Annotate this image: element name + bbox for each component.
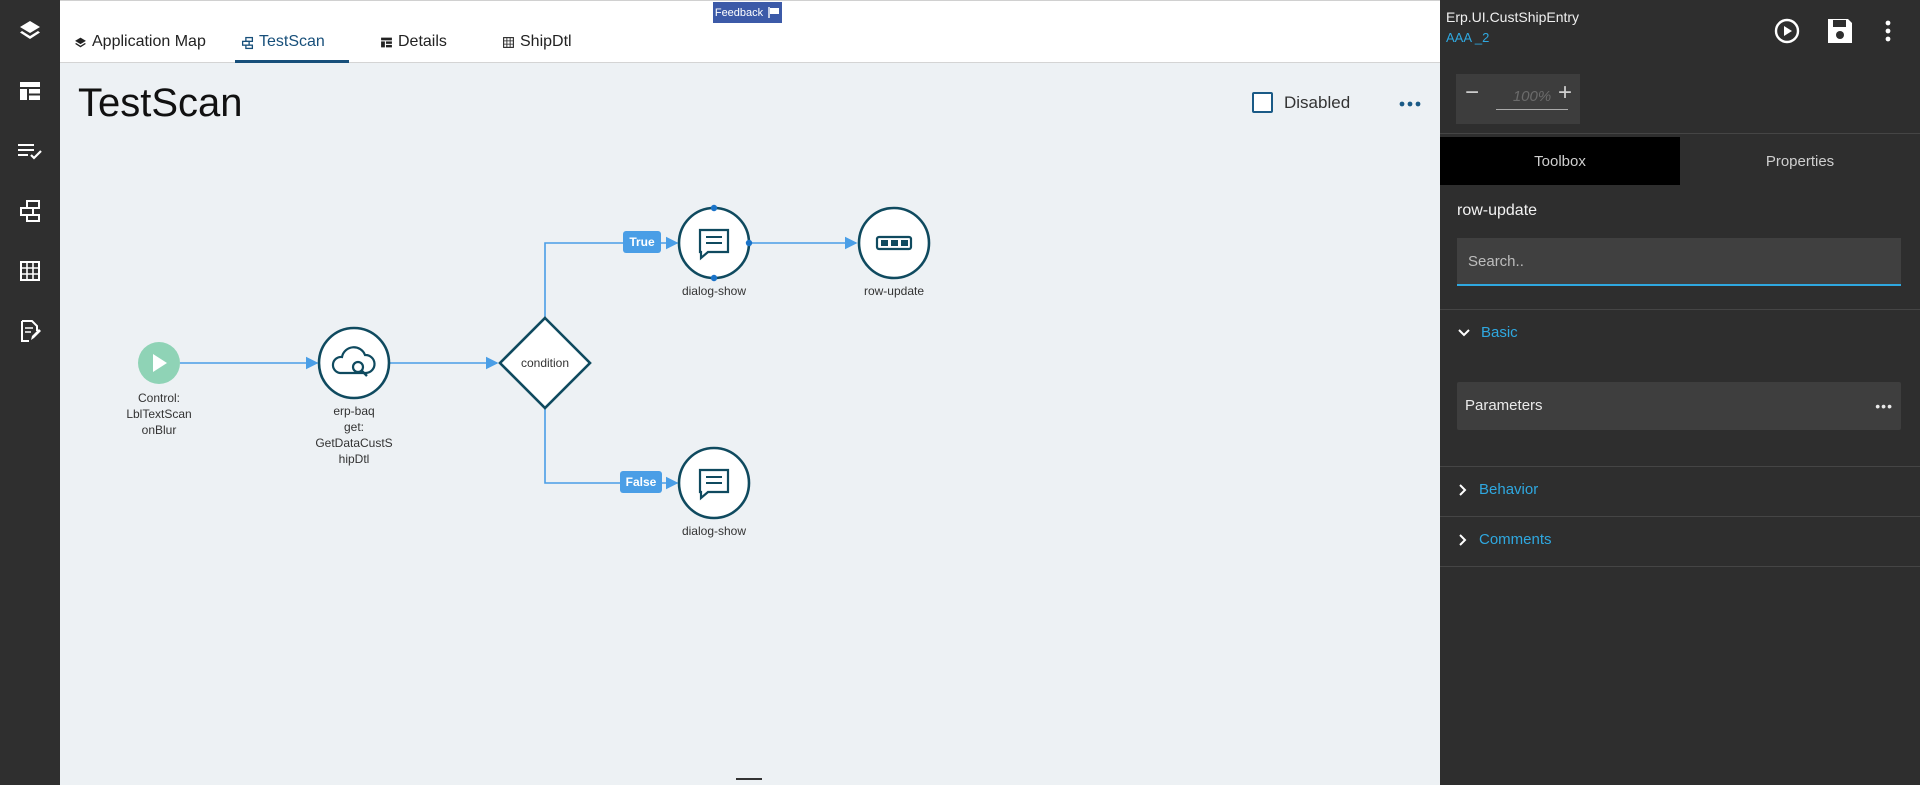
- parameters-label: Parameters: [1465, 397, 1543, 414]
- label-line: onBlur: [141, 423, 177, 437]
- layout-icon: [381, 37, 392, 48]
- divider: [1440, 309, 1920, 310]
- section-behavior[interactable]: Behavior: [1457, 481, 1538, 498]
- chevron-right-icon: [1459, 483, 1467, 496]
- row-update-node: [857, 206, 931, 280]
- divider: [1440, 466, 1920, 467]
- tab-label: TestScan: [259, 33, 325, 50]
- tab-label: Details: [398, 33, 447, 50]
- chevron-right-icon: [1459, 533, 1467, 546]
- event-icon: [241, 36, 254, 50]
- flow-icon[interactable]: [15, 196, 45, 226]
- right-panel: Erp.UI.CustShipEntry AAA _2 − + Toolbox …: [1440, 0, 1920, 785]
- left-nav-rail: [0, 0, 60, 785]
- kebab-menu-icon[interactable]: [1880, 14, 1896, 48]
- dialog-show-node-bottom: [677, 446, 751, 520]
- zoom-control: − +: [1456, 74, 1580, 124]
- start-node: [138, 342, 180, 384]
- label-line: Control:: [137, 391, 181, 405]
- flow-diagram: [138, 204, 931, 520]
- disabled-toggle[interactable]: Disabled: [1252, 92, 1350, 113]
- parameters-row[interactable]: Parameters •••: [1457, 382, 1901, 430]
- dialog-show-node-top: [677, 204, 753, 282]
- search-input[interactable]: [1457, 238, 1901, 286]
- label-line: hipDtl: [338, 452, 370, 466]
- true-badge: True: [623, 231, 661, 253]
- feedback-label: Feedback: [714, 6, 764, 19]
- false-badge: False: [620, 471, 662, 493]
- divider: [1440, 133, 1920, 134]
- tab-testscan[interactable]: TestScan: [235, 31, 349, 63]
- checklist-icon[interactable]: [15, 136, 45, 166]
- label-line: LblTextScan: [126, 407, 192, 421]
- tab-properties[interactable]: Properties: [1680, 137, 1920, 185]
- dialog-show-label-bottom: dialog-show: [681, 524, 747, 538]
- layers-icon: [75, 37, 86, 48]
- tab-bar: Feedback Application Map TestScan Detail…: [60, 1, 1440, 63]
- save-icon[interactable]: [1825, 14, 1855, 48]
- layout-icon[interactable]: [15, 76, 45, 106]
- resize-handle[interactable]: [736, 778, 762, 780]
- grid-icon[interactable]: [15, 256, 45, 286]
- more-options-icon[interactable]: [1398, 97, 1422, 111]
- app-name: Erp.UI.CustShipEntry: [1446, 9, 1580, 25]
- edit-doc-icon[interactable]: [15, 316, 45, 346]
- divider: [1440, 566, 1920, 567]
- dialog-show-label-top: dialog-show: [681, 284, 747, 298]
- erp-baq-node: [317, 326, 391, 400]
- tab-application-map[interactable]: Application Map: [74, 31, 206, 63]
- label-line: GetDataCustS: [315, 436, 393, 450]
- row-update-label: row-update: [863, 284, 925, 298]
- condition-label: condition: [520, 356, 570, 370]
- layers-icon[interactable]: [15, 15, 45, 45]
- tab-label: Application Map: [92, 33, 206, 50]
- section-label: Basic: [1481, 324, 1518, 341]
- grid-icon: [503, 37, 514, 48]
- more-options-icon[interactable]: •••: [1875, 398, 1893, 414]
- label-line: erp-baq: [333, 404, 375, 418]
- label-line: get:: [343, 420, 364, 434]
- section-basic[interactable]: Basic: [1457, 324, 1518, 341]
- layer-link[interactable]: AAA _2: [1446, 30, 1489, 45]
- start-node-label: Control: LblTextScan onBlur: [99, 390, 219, 438]
- play-icon[interactable]: [1772, 14, 1802, 48]
- flag-icon: [768, 7, 780, 18]
- section-label: Comments: [1479, 531, 1552, 548]
- tab-shipdtl[interactable]: ShipDtl: [502, 31, 572, 63]
- disabled-label: Disabled: [1284, 92, 1351, 112]
- zoom-out-button[interactable]: −: [1460, 81, 1484, 106]
- page-title: TestScan: [78, 81, 243, 125]
- divider: [1440, 516, 1920, 517]
- tab-toolbox[interactable]: Toolbox: [1440, 137, 1680, 185]
- zoom-in-button[interactable]: +: [1553, 81, 1577, 106]
- erp-baq-label: erp-baq get: GetDataCustS hipDtl: [304, 403, 404, 467]
- feedback-button[interactable]: Feedback: [713, 2, 782, 23]
- section-label: Behavior: [1479, 481, 1539, 498]
- chevron-down-icon: [1458, 328, 1470, 336]
- tab-label: ShipDtl: [520, 33, 572, 50]
- section-comments[interactable]: Comments: [1457, 531, 1552, 548]
- tab-details[interactable]: Details: [380, 31, 447, 63]
- selected-item-name: row-update: [1457, 202, 1538, 219]
- main-canvas-area: Feedback Application Map TestScan Detail…: [60, 0, 1440, 785]
- disabled-checkbox[interactable]: [1252, 92, 1273, 113]
